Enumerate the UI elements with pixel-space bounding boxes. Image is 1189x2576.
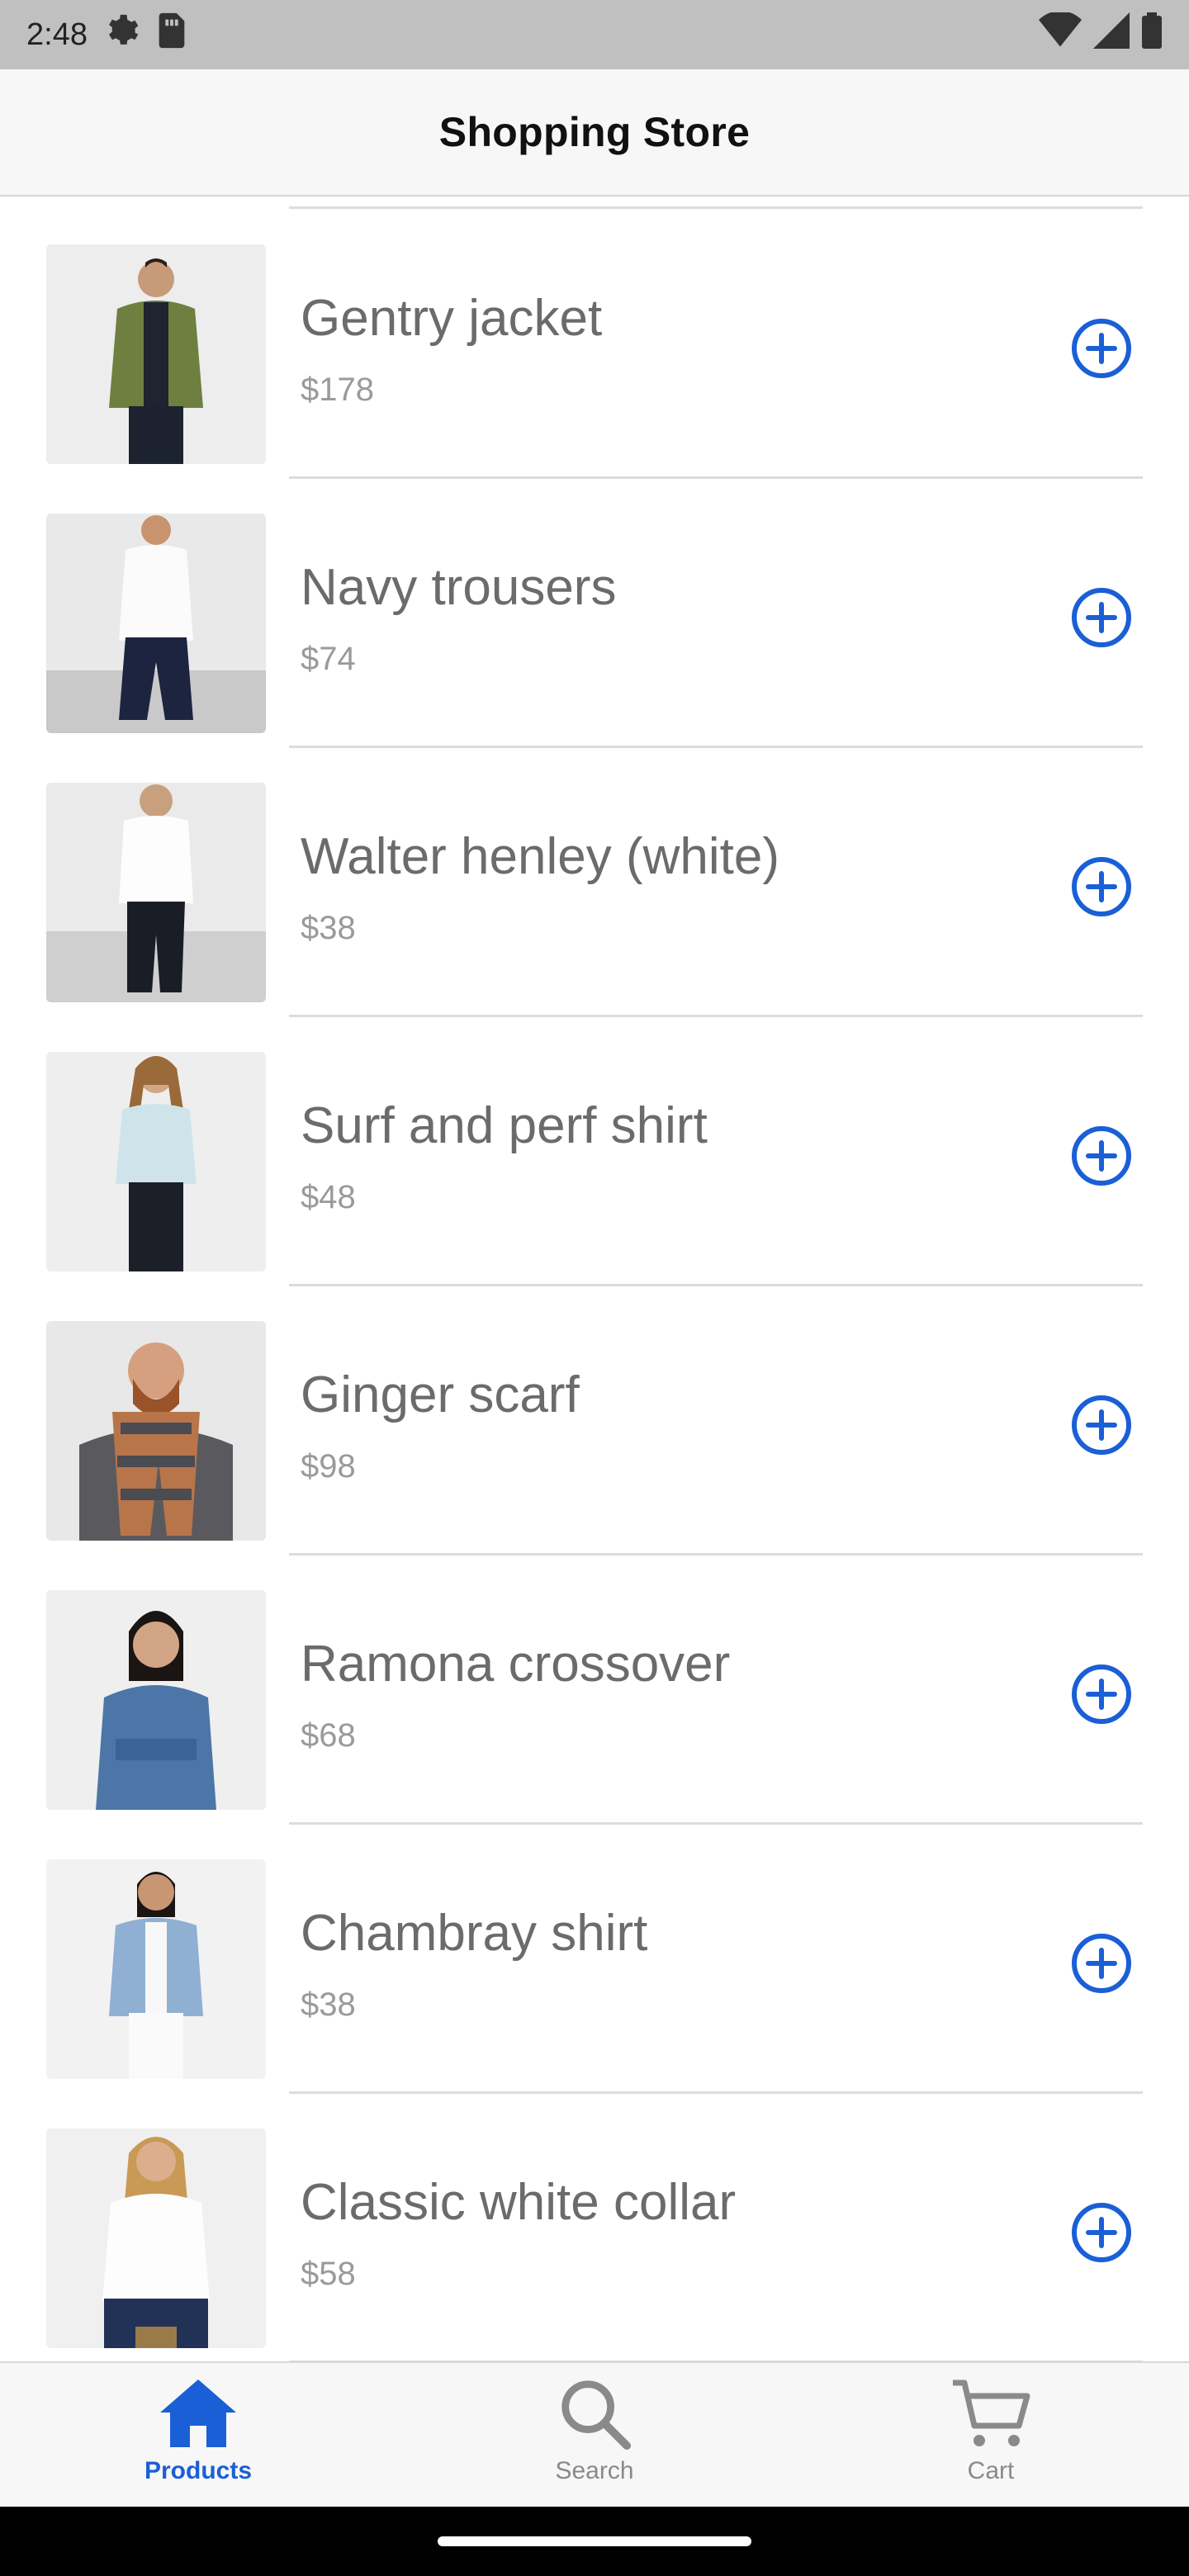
product-name: Ginger scarf xyxy=(301,1366,580,1423)
cart-icon xyxy=(953,2379,1030,2446)
product-price: $38 xyxy=(301,1986,356,2023)
tab-label: Cart xyxy=(967,2457,1015,2484)
system-navigation-bar xyxy=(0,2507,1189,2576)
tab-cart[interactable]: Cart xyxy=(793,2363,1189,2507)
product-image-gentry-jacket xyxy=(46,244,266,464)
product-row[interactable]: Ginger scarf $98 xyxy=(0,1286,1189,1556)
home-indicator[interactable] xyxy=(438,2536,751,2546)
product-row[interactable]: Walter henley (white) $38 xyxy=(0,748,1189,1017)
add-to-cart-button[interactable] xyxy=(1070,1932,1133,1995)
plus-circle-icon xyxy=(1072,857,1131,916)
tab-products[interactable]: Products xyxy=(0,2363,396,2507)
product-name: Navy trousers xyxy=(301,559,617,616)
product-name: Surf and perf shirt xyxy=(301,1097,708,1154)
product-list[interactable]: Gentry jacket $178 Navy trousers $74 Wal… xyxy=(0,198,1189,2361)
product-row[interactable]: Surf and perf shirt $48 xyxy=(0,1017,1189,1286)
product-image-surf-and-perf-shirt xyxy=(46,1052,266,1271)
product-image-chambray-shirt xyxy=(46,1859,266,2079)
product-price: $74 xyxy=(301,641,356,677)
status-time: 2:48 xyxy=(26,17,88,52)
tab-label: Search xyxy=(555,2457,634,2484)
plus-circle-icon xyxy=(1072,319,1131,378)
product-price: $178 xyxy=(301,372,374,408)
bottom-tab-bar: Products Search Cart xyxy=(0,2361,1189,2507)
product-image-walter-henley xyxy=(46,783,266,1002)
plus-circle-icon xyxy=(1072,1934,1131,1993)
add-to-cart-button[interactable] xyxy=(1070,2201,1133,2264)
product-row[interactable]: Ramona crossover $68 xyxy=(0,1556,1189,1825)
plus-circle-icon xyxy=(1072,1664,1131,1724)
product-image-classic-white-collar xyxy=(46,2129,266,2348)
add-to-cart-button[interactable] xyxy=(1070,317,1133,380)
status-bar: 2:48 xyxy=(0,0,1189,69)
product-price: $38 xyxy=(301,910,356,946)
home-icon xyxy=(160,2379,236,2447)
product-price: $68 xyxy=(301,1717,356,1754)
product-name: Ramona crossover xyxy=(301,1636,731,1693)
status-left: 2:48 xyxy=(26,12,188,58)
battery-icon xyxy=(1141,12,1163,57)
plus-circle-icon xyxy=(1072,2203,1131,2262)
product-image-ginger-scarf xyxy=(46,1321,266,1541)
plus-circle-icon xyxy=(1072,1126,1131,1186)
product-row[interactable]: Navy trousers $74 xyxy=(0,479,1189,748)
product-name: Gentry jacket xyxy=(301,290,603,347)
product-name: Chambray shirt xyxy=(301,1905,648,1962)
add-to-cart-button[interactable] xyxy=(1070,1663,1133,1726)
plus-circle-icon xyxy=(1072,1395,1131,1455)
add-to-cart-button[interactable] xyxy=(1070,1394,1133,1456)
product-name: Classic white collar xyxy=(301,2174,737,2231)
plus-circle-icon xyxy=(1072,588,1131,647)
tab-label: Products xyxy=(144,2457,253,2484)
wifi-icon xyxy=(1039,11,1082,57)
search-icon xyxy=(561,2380,632,2451)
cellular-signal-icon xyxy=(1093,12,1130,57)
list-divider xyxy=(289,206,1143,209)
settings-gear-icon xyxy=(102,12,140,58)
navigation-header: Shopping Store xyxy=(0,69,1189,197)
product-image-ramona-crossover xyxy=(46,1590,266,1810)
add-to-cart-button[interactable] xyxy=(1070,855,1133,918)
product-row[interactable]: Classic white collar $58 xyxy=(0,2094,1189,2361)
status-right xyxy=(1039,11,1163,57)
tab-search[interactable]: Search xyxy=(396,2363,793,2507)
page-title: Shopping Store xyxy=(438,109,751,155)
add-to-cart-button[interactable] xyxy=(1070,1125,1133,1187)
product-image-navy-trousers xyxy=(46,514,266,733)
app-screen: 2:48 Shopping Store Gentry jacket $178 N… xyxy=(0,0,1189,2576)
add-to-cart-button[interactable] xyxy=(1070,586,1133,649)
product-price: $48 xyxy=(301,1179,356,1215)
product-name: Walter henley (white) xyxy=(301,828,780,885)
product-row[interactable]: Gentry jacket $178 xyxy=(0,210,1189,479)
sim-card-icon xyxy=(155,12,188,58)
product-row[interactable]: Chambray shirt $38 xyxy=(0,1825,1189,2094)
product-price: $98 xyxy=(301,1448,356,1485)
product-price: $58 xyxy=(301,2256,356,2292)
